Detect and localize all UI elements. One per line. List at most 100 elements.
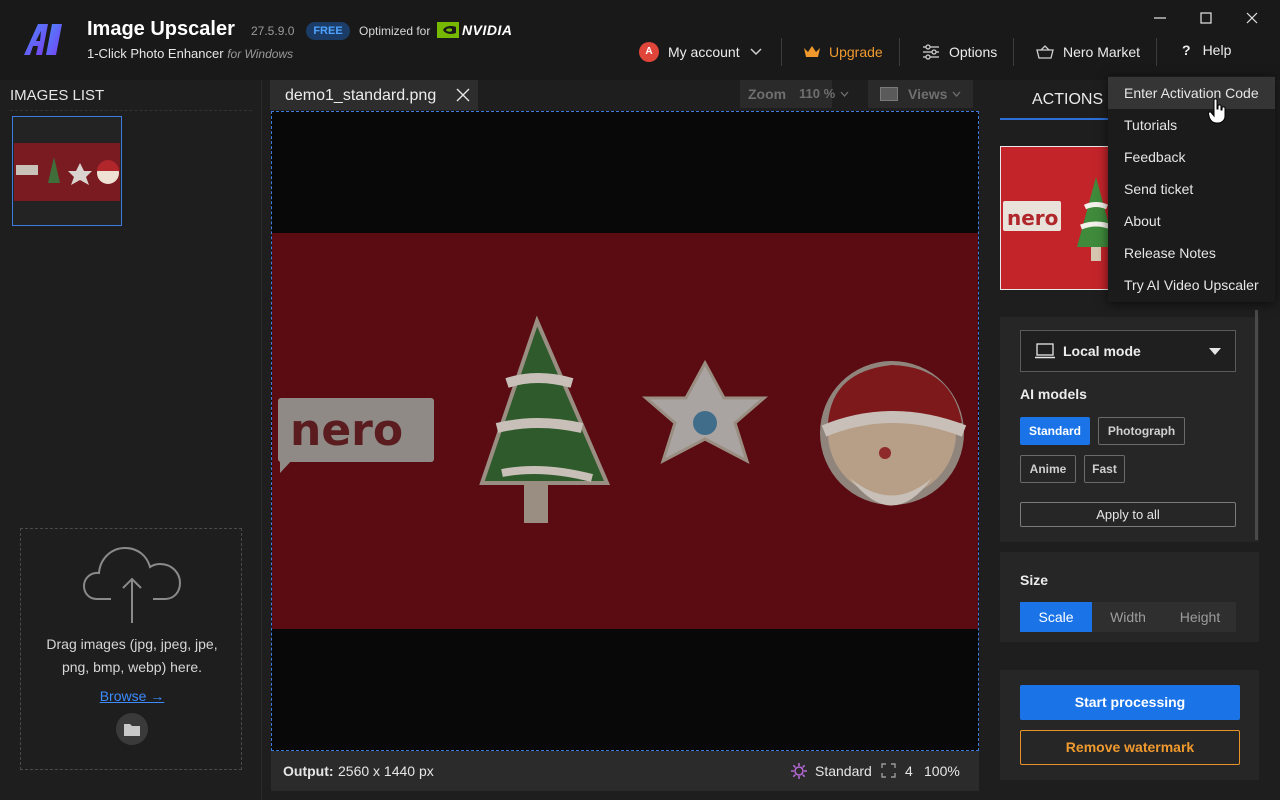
output-label: Output: [283, 763, 334, 779]
svg-text:nero: nero [1007, 206, 1058, 230]
help-dropdown-menu: Enter Activation Code Tutorials Feedback… [1108, 76, 1275, 302]
minimize-button[interactable] [1148, 6, 1172, 30]
drop-instructions: Drag images (jpg, jpeg, jpe, png, bmp, w… [21, 633, 243, 679]
my-account-button[interactable]: A My account [639, 38, 762, 66]
nav-divider [1156, 38, 1157, 66]
size-label: Size [1020, 572, 1049, 588]
size-tab-width[interactable]: Width [1092, 602, 1164, 632]
image-thumbnail[interactable] [12, 116, 122, 226]
ai-models-label: AI models [1020, 386, 1087, 402]
cloud-upload-icon [83, 546, 182, 623]
drop-text-line2: png, bmp, webp) here. [61, 659, 203, 675]
drop-text-line1: Drag images (jpg, jpeg, jpe, [46, 636, 218, 652]
open-folder-button[interactable] [116, 713, 148, 745]
upgrade-label: Upgrade [829, 44, 883, 60]
model-standard-button[interactable]: Standard [1020, 417, 1090, 445]
preview-image: nero [272, 233, 978, 629]
start-processing-button[interactable]: Start processing [1020, 685, 1240, 720]
close-window-button[interactable] [1240, 6, 1264, 30]
size-tab-height[interactable]: Height [1164, 602, 1236, 632]
free-badge: FREE [306, 22, 350, 40]
folder-icon [124, 723, 140, 736]
status-bar: Output: 2560 x 1440 px Standard 4 100% [271, 751, 979, 791]
actions-tab-label: ACTIONS [1032, 91, 1104, 108]
scale-value: 4 [905, 763, 913, 779]
close-tab-icon[interactable] [456, 88, 470, 102]
model-gear-icon [791, 763, 807, 779]
output-value: 2560 x 1440 px [338, 763, 434, 779]
help-label: Help [1202, 42, 1232, 58]
app-version: 27.5.9.0 [251, 24, 295, 38]
caret-down-icon [1209, 348, 1221, 355]
browse-link[interactable]: Browse → [21, 688, 243, 704]
tab-actions[interactable]: ACTIONS [1000, 80, 1110, 120]
sliders-icon [923, 44, 939, 60]
model-name: Standard [815, 763, 872, 779]
menu-item-tutorials[interactable]: Tutorials [1108, 109, 1275, 141]
zoom-control[interactable]: Zoom 110 % [740, 80, 849, 108]
app-subtitle: 1-Click Photo Enhancer for Windows [87, 46, 293, 61]
optimized-label: Optimized for [359, 24, 431, 38]
scrollbar[interactable] [1255, 310, 1258, 540]
size-tab-scale[interactable]: Scale [1020, 602, 1092, 632]
size-card: Size Scale Width Height [1000, 552, 1259, 642]
maximize-icon [1200, 12, 1212, 24]
menu-item-send-ticket[interactable]: Send ticket [1108, 173, 1275, 205]
divider [10, 110, 252, 111]
minimize-icon [1154, 17, 1166, 19]
nvidia-eye-icon [437, 22, 459, 38]
hand-cursor-icon [1208, 98, 1226, 124]
crown-icon [804, 46, 820, 57]
nero-market-button[interactable]: Nero Market [1036, 38, 1140, 66]
my-account-label: My account [668, 44, 740, 60]
process-card: Start processing Remove watermark [1000, 670, 1259, 780]
help-icon: ? [1182, 42, 1191, 58]
upgrade-button[interactable]: Upgrade [803, 38, 883, 66]
drop-zone[interactable]: Drag images (jpg, jpeg, jpe, png, bmp, w… [20, 528, 242, 770]
chevron-down-icon [840, 91, 849, 97]
help-button[interactable]: ? Help [1182, 36, 1231, 64]
model-anime-button[interactable]: Anime [1020, 455, 1076, 483]
model-photograph-button[interactable]: Photograph [1098, 417, 1185, 445]
chevron-down-icon [750, 48, 762, 56]
nvidia-label: NVIDIA [462, 22, 513, 38]
nav-divider [781, 38, 782, 66]
options-button[interactable]: Options [922, 38, 997, 66]
file-tab-label: demo1_standard.png [285, 87, 437, 104]
menu-item-try-ai-video-upscaler[interactable]: Try AI Video Upscaler [1108, 269, 1275, 301]
mode-dropdown[interactable]: Local mode [1020, 330, 1236, 372]
menu-item-release-notes[interactable]: Release Notes [1108, 237, 1275, 269]
avatar: A [639, 42, 659, 62]
menu-item-about[interactable]: About [1108, 205, 1275, 237]
image-canvas[interactable]: nero [271, 111, 979, 751]
nvidia-logo: NVIDIA [437, 21, 512, 39]
zoom-value: 110 % [799, 86, 836, 101]
app-title: Image Upscaler [87, 18, 235, 40]
file-tab[interactable]: demo1_standard.png [270, 80, 478, 110]
remove-watermark-button[interactable]: Remove watermark [1020, 730, 1240, 765]
images-list-panel: IMAGES LIST Drag images (jpg, jpeg, jpe,… [0, 80, 262, 800]
processing-options-card: Local mode AI models Standard Photograph… [1000, 317, 1259, 542]
nav-divider [1013, 38, 1014, 66]
editor-tab-bar: demo1_standard.png Zoom 110 % Views [270, 80, 979, 110]
nav-divider [899, 38, 900, 66]
laptop-icon [1035, 343, 1055, 359]
expand-icon [881, 763, 896, 778]
apply-to-all-button[interactable]: Apply to all [1020, 502, 1236, 527]
images-list-title: IMAGES LIST [10, 87, 105, 104]
market-cart-icon [1036, 45, 1054, 59]
mode-label: Local mode [1063, 343, 1141, 359]
menu-item-enter-activation-code[interactable]: Enter Activation Code [1108, 77, 1275, 109]
maximize-button[interactable] [1194, 6, 1218, 30]
views-control[interactable]: Views [868, 80, 973, 108]
svg-text:nero: nero [290, 405, 403, 456]
title-bar: AI Image Upscaler 27.5.9.0 FREE Optimize… [0, 0, 1280, 80]
thumbnail-cookies-icon [16, 157, 119, 185]
zoom-label: Zoom [748, 86, 787, 102]
model-fast-button[interactable]: Fast [1084, 455, 1125, 483]
menu-item-feedback[interactable]: Feedback [1108, 141, 1275, 173]
views-icon [880, 87, 898, 101]
quality-value: 100% [924, 763, 960, 779]
views-label: Views [908, 86, 948, 102]
nero-market-label: Nero Market [1063, 44, 1141, 60]
